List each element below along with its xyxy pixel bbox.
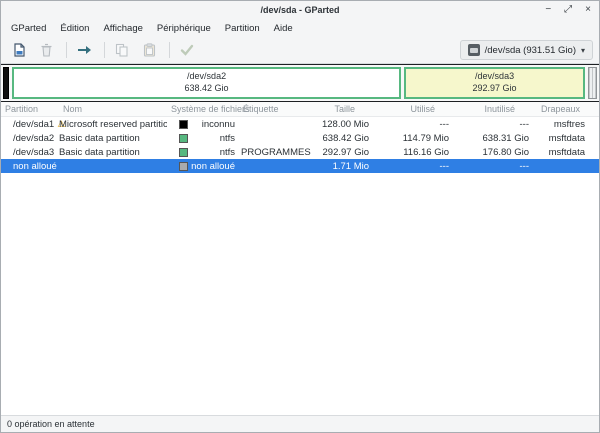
segment-size: 292.97 Gio	[473, 83, 517, 95]
filesystem-color-swatch	[179, 134, 188, 143]
apply-button[interactable]	[175, 40, 199, 61]
menu-partition[interactable]: Partition	[218, 21, 267, 36]
close-icon[interactable]: ×	[585, 5, 591, 15]
menu-affichage[interactable]: Affichage	[96, 21, 149, 36]
diskmap-segment-unallocated[interactable]	[588, 67, 597, 99]
resize-move-button[interactable]	[72, 40, 96, 61]
partition-unused: ---	[451, 119, 531, 130]
diskmap-segment-sda2[interactable]: /dev/sda2 638.42 Gio	[12, 67, 401, 99]
table-row-sda1[interactable]: /dev/sda1 ⚠ Microsoft reserved partition…	[1, 117, 599, 131]
filesystem-name: ntfs	[220, 133, 235, 144]
partition-name: /dev/sda1	[13, 119, 54, 130]
device-selector[interactable]: /dev/sda (931.51 Gio) ▾	[460, 40, 593, 60]
partition-flags: msftdata	[531, 147, 599, 158]
column-header-utilise[interactable]: Utilisé	[371, 104, 451, 114]
toolbar-separator	[66, 42, 67, 58]
partition-used: ---	[371, 161, 451, 172]
menu-peripherique[interactable]: Périphérique	[150, 21, 218, 36]
menu-gparted[interactable]: GParted	[4, 21, 53, 36]
partition-unused: ---	[451, 161, 531, 172]
column-header-nom[interactable]: Nom	[59, 104, 167, 114]
partition-name: /dev/sda2	[13, 133, 54, 144]
column-header-taille[interactable]: Taille	[303, 104, 371, 114]
disk-visual-map: /dev/sda2 638.42 Gio /dev/sda3 292.97 Gi…	[1, 64, 599, 102]
partition-flags: msftdata	[531, 133, 599, 144]
partition-used: 116.16 Gio	[371, 147, 451, 158]
partition-flags: msftres	[531, 119, 599, 130]
table-row-unallocated[interactable]: non alloué non alloué 1.71 Mio --- ---	[1, 159, 599, 173]
filesystem-name: non alloué	[191, 161, 235, 172]
filesystem-name: inconnu	[202, 119, 235, 130]
partition-label: Microsoft reserved partition	[59, 119, 167, 130]
partition-used: 114.79 Mio	[371, 133, 451, 144]
segment-size: 638.42 Gio	[185, 83, 229, 95]
filesystem-color-swatch	[179, 162, 188, 171]
copy-icon	[115, 43, 129, 57]
diskmap-segment-sda1[interactable]	[3, 67, 9, 99]
toolbar-separator	[169, 42, 170, 58]
column-header-drapeaux[interactable]: Drapeaux	[531, 104, 599, 114]
menu-aide[interactable]: Aide	[267, 21, 300, 36]
column-header-inutilise[interactable]: Inutilisé	[451, 104, 531, 114]
copy-button[interactable]	[110, 40, 134, 61]
statusbar: 0 opération en attente	[1, 415, 599, 432]
new-document-icon	[13, 43, 26, 57]
window-controls: − ⤢ ×	[545, 1, 591, 19]
filesystem-name: ntfs	[220, 147, 235, 158]
menubar: GParted Édition Affichage Périphérique P…	[1, 19, 599, 37]
column-header-partition[interactable]: Partition	[1, 104, 59, 114]
partition-size: 1.71 Mio	[303, 161, 371, 172]
titlebar: /dev/sda - GParted − ⤢ ×	[1, 1, 599, 19]
segment-name: /dev/sda3	[475, 71, 514, 83]
partition-size: 292.97 Gio	[303, 147, 371, 158]
minimize-icon[interactable]: −	[545, 5, 551, 15]
toolbar-separator	[104, 42, 105, 58]
partition-unused: 176.80 Gio	[451, 147, 531, 158]
menu-edition[interactable]: Édition	[53, 21, 96, 36]
trash-icon	[40, 43, 53, 57]
table-row-sda3[interactable]: /dev/sda3 Basic data partition ntfs PROG…	[1, 145, 599, 159]
partition-name: /dev/sda3	[13, 147, 54, 158]
partition-label: Basic data partition	[59, 147, 167, 158]
partition-table-header: Partition Nom Système de fichiers Étique…	[1, 102, 599, 117]
partition-size: 638.42 Gio	[303, 133, 371, 144]
toolbar: /dev/sda (931.51 Gio) ▾	[1, 37, 599, 64]
diskmap-segment-sda3[interactable]: /dev/sda3 292.97 Gio	[404, 67, 585, 99]
paste-button[interactable]	[137, 40, 161, 61]
partition-etiquette: PROGRAMMES	[239, 147, 303, 158]
filesystem-color-swatch	[179, 148, 188, 157]
paste-icon	[143, 43, 156, 57]
column-header-systeme[interactable]: Système de fichiers	[167, 104, 239, 114]
chevron-down-icon: ▾	[581, 46, 585, 55]
partition-name: non alloué	[13, 161, 57, 172]
table-empty-area	[1, 173, 599, 415]
column-header-etiquette[interactable]: Étiquette	[239, 104, 303, 114]
device-selector-label: /dev/sda (931.51 Gio)	[485, 45, 576, 56]
partition-unused: 638.31 Gio	[451, 133, 531, 144]
segment-name: /dev/sda2	[187, 71, 226, 83]
resize-arrow-icon	[77, 44, 92, 56]
check-icon	[180, 44, 194, 56]
delete-partition-button[interactable]	[34, 40, 58, 61]
pending-operations-text: 0 opération en attente	[7, 419, 95, 429]
partition-used: ---	[371, 119, 451, 130]
table-row-sda2[interactable]: /dev/sda2 Basic data partition ntfs 638.…	[1, 131, 599, 145]
partition-label: Basic data partition	[59, 133, 167, 144]
maximize-icon[interactable]: ⤢	[564, 5, 572, 15]
window-title: /dev/sda - GParted	[260, 5, 339, 15]
filesystem-color-swatch	[179, 120, 188, 129]
new-partition-button[interactable]	[7, 40, 31, 61]
harddisk-icon	[468, 44, 480, 56]
partition-size: 128.00 Mio	[303, 119, 371, 130]
